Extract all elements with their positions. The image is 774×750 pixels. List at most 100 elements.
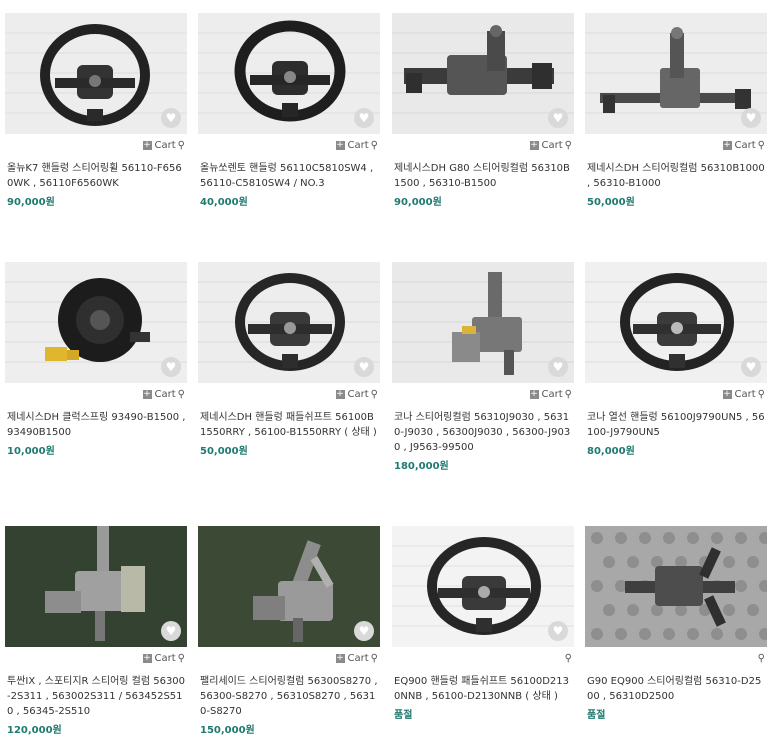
product-image-steering-column[interactable]: ♥ bbox=[198, 526, 380, 647]
product-image-clock-spring[interactable]: ♥ bbox=[5, 262, 187, 383]
search-icon[interactable]: ⚲ bbox=[178, 140, 185, 151]
product-card[interactable]: ♥ + Cart ⚲ 올뉴쏘렌토 핸들렁 56110C5810SW4 , 561… bbox=[198, 13, 380, 208]
product-image-steering-wheel[interactable]: ♥ bbox=[585, 262, 767, 383]
product-card[interactable]: ♥ + Cart ⚲ 코나 스티어링컬럼 56310J9030 , 56310-… bbox=[392, 262, 574, 472]
cart-row: + Cart ⚲ bbox=[392, 383, 574, 405]
heart-icon: ♥ bbox=[358, 624, 370, 638]
product-image-steering-wheel[interactable]: ♥ bbox=[198, 13, 380, 134]
product-title[interactable]: 코나 열선 핸들렁 56100J9790UN5 , 56100-J9790UN5 bbox=[585, 410, 767, 440]
product-card[interactable]: ♥ + Cart ⚲ 팰리세이드 스티어링컬럼 56300S8270 , 563… bbox=[198, 526, 380, 736]
product-price: 180,000원 bbox=[394, 461, 449, 472]
add-to-cart-icon[interactable]: + bbox=[722, 389, 732, 399]
search-icon[interactable]: ⚲ bbox=[758, 389, 765, 400]
product-image-steering-column[interactable]: ♥ bbox=[5, 526, 187, 647]
product-card[interactable]: ⚲ G90 EQ900 스티어링컬럼 56310-D2500 , 56310D2… bbox=[585, 526, 767, 721]
search-icon[interactable]: ⚲ bbox=[178, 389, 185, 400]
search-icon[interactable]: ⚲ bbox=[758, 140, 765, 151]
add-to-cart-icon[interactable]: + bbox=[529, 389, 539, 399]
heart-icon: ♥ bbox=[165, 624, 177, 638]
cart-row: + Cart ⚲ bbox=[5, 383, 187, 405]
wishlist-heart-button[interactable]: ♥ bbox=[741, 357, 761, 377]
product-card[interactable]: ♥ + Cart ⚲ 제네시스DH 클럭스프링 93490-B1500 , 93… bbox=[5, 262, 187, 457]
cart-link[interactable]: Cart bbox=[735, 389, 756, 400]
cart-link[interactable]: Cart bbox=[155, 389, 176, 400]
product-card[interactable]: ♥ + Cart ⚲ 코나 열선 핸들렁 56100J9790UN5 , 561… bbox=[585, 262, 767, 457]
search-icon[interactable]: ⚲ bbox=[178, 653, 185, 664]
wishlist-heart-button[interactable]: ♥ bbox=[354, 621, 374, 641]
product-card[interactable]: ♥ ⚲ EQ900 핸들렁 패들쉬프트 56100D2130NNB , 5610… bbox=[392, 526, 574, 721]
cart-link[interactable]: Cart bbox=[348, 389, 369, 400]
add-to-cart-icon[interactable]: + bbox=[335, 653, 345, 663]
wishlist-heart-button[interactable]: ♥ bbox=[161, 621, 181, 641]
wishlist-heart-button[interactable]: ♥ bbox=[354, 108, 374, 128]
cart-link[interactable]: Cart bbox=[348, 140, 369, 151]
product-card[interactable]: ♥ + Cart ⚲ 올뉴K7 핸들렁 스티어링휠 56110-F6560WK … bbox=[5, 13, 187, 208]
cart-link[interactable]: Cart bbox=[348, 653, 369, 664]
search-icon[interactable]: ⚲ bbox=[758, 653, 765, 664]
cart-row: + Cart ⚲ bbox=[198, 134, 380, 156]
search-icon[interactable]: ⚲ bbox=[565, 653, 572, 664]
add-to-cart-icon[interactable]: + bbox=[142, 653, 152, 663]
heart-icon: ♥ bbox=[358, 111, 370, 125]
search-icon[interactable]: ⚲ bbox=[565, 140, 572, 151]
add-to-cart-icon[interactable]: + bbox=[142, 389, 152, 399]
product-price: 90,000원 bbox=[394, 197, 442, 208]
add-to-cart-icon[interactable]: + bbox=[335, 140, 345, 150]
product-price-soldout: 품절 bbox=[587, 710, 606, 721]
cart-link[interactable]: Cart bbox=[735, 140, 756, 151]
search-icon[interactable]: ⚲ bbox=[371, 653, 378, 664]
heart-icon: ♥ bbox=[165, 360, 177, 374]
cart-row: + Cart ⚲ bbox=[585, 134, 767, 156]
product-image-steering-column[interactable]: ♥ bbox=[392, 13, 574, 134]
product-card[interactable]: ♥ + Cart ⚲ 제네시스DH 스티어링컬럼 56310B1000 , 56… bbox=[585, 13, 767, 208]
product-image-steering-wheel[interactable]: ♥ bbox=[5, 13, 187, 134]
add-to-cart-icon[interactable]: + bbox=[722, 140, 732, 150]
product-title[interactable]: 제네시스DH 클럭스프링 93490-B1500 , 93490B1500 bbox=[5, 410, 187, 440]
heart-icon: ♥ bbox=[552, 111, 564, 125]
product-image-steering-column[interactable]: ♥ bbox=[585, 13, 767, 134]
cart-link[interactable]: Cart bbox=[155, 140, 176, 151]
product-title[interactable]: 제네시스DH G80 스티어링컬럼 56310B1500 , 56310-B15… bbox=[392, 161, 574, 191]
product-card[interactable]: ♥ + Cart ⚲ 투싼IX , 스포티지R 스티어링 컬럼 56300-2S… bbox=[5, 526, 187, 736]
search-icon[interactable]: ⚲ bbox=[371, 389, 378, 400]
product-image-steering-column[interactable] bbox=[585, 526, 767, 647]
heart-icon: ♥ bbox=[552, 624, 564, 638]
product-title[interactable]: EQ900 핸들렁 패들쉬프트 56100D2130NNB , 56100-D2… bbox=[392, 674, 574, 704]
heart-icon: ♥ bbox=[165, 111, 177, 125]
wishlist-heart-button[interactable]: ♥ bbox=[741, 108, 761, 128]
cart-row: + Cart ⚲ bbox=[198, 383, 380, 405]
product-title[interactable]: G90 EQ900 스티어링컬럼 56310-D2500 , 56310D250… bbox=[585, 674, 767, 704]
product-title[interactable]: 투싼IX , 스포티지R 스티어링 컬럼 56300-2S311 , 56300… bbox=[5, 674, 187, 719]
cart-link[interactable]: Cart bbox=[542, 140, 563, 151]
product-image-steering-wheel[interactable]: ♥ bbox=[198, 262, 380, 383]
product-image-steering-wheel[interactable]: ♥ bbox=[392, 526, 574, 647]
heart-icon: ♥ bbox=[745, 360, 757, 374]
add-to-cart-icon[interactable]: + bbox=[529, 140, 539, 150]
product-title[interactable]: 올뉴쏘렌토 핸들렁 56110C5810SW4 , 56110-C5810SW4… bbox=[198, 161, 380, 191]
product-price: 120,000원 bbox=[7, 725, 62, 736]
product-title[interactable]: 코나 스티어링컬럼 56310J9030 , 56310-J9030 , 563… bbox=[392, 410, 574, 455]
product-grid: ♥ + Cart ⚲ 올뉴K7 핸들렁 스티어링휠 56110-F6560WK … bbox=[0, 0, 774, 750]
wishlist-heart-button[interactable]: ♥ bbox=[161, 108, 181, 128]
product-card[interactable]: ♥ + Cart ⚲ 제네시스DH 핸들렁 패들쉬프트 56100B1550RR… bbox=[198, 262, 380, 457]
cart-row: + Cart ⚲ bbox=[5, 647, 187, 669]
product-title[interactable]: 팰리세이드 스티어링컬럼 56300S8270 , 56300-S8270 , … bbox=[198, 674, 380, 719]
cart-row: ⚲ bbox=[392, 647, 574, 669]
search-icon[interactable]: ⚲ bbox=[565, 389, 572, 400]
cart-link[interactable]: Cart bbox=[155, 653, 176, 664]
product-price: 50,000원 bbox=[200, 446, 248, 457]
wishlist-heart-button[interactable]: ♥ bbox=[548, 357, 568, 377]
product-title[interactable]: 제네시스DH 핸들렁 패들쉬프트 56100B1550RRY , 56100-B… bbox=[198, 410, 380, 440]
product-title[interactable]: 제네시스DH 스티어링컬럼 56310B1000 , 56310-B1000 bbox=[585, 161, 767, 191]
product-title[interactable]: 올뉴K7 핸들렁 스티어링휠 56110-F6560WK , 56110F656… bbox=[5, 161, 187, 191]
cart-link[interactable]: Cart bbox=[542, 389, 563, 400]
wishlist-heart-button[interactable]: ♥ bbox=[548, 621, 568, 641]
wishlist-heart-button[interactable]: ♥ bbox=[548, 108, 568, 128]
product-image-steering-column[interactable]: ♥ bbox=[392, 262, 574, 383]
add-to-cart-icon[interactable]: + bbox=[335, 389, 345, 399]
search-icon[interactable]: ⚲ bbox=[371, 140, 378, 151]
wishlist-heart-button[interactable]: ♥ bbox=[354, 357, 374, 377]
wishlist-heart-button[interactable]: ♥ bbox=[161, 357, 181, 377]
product-card[interactable]: ♥ + Cart ⚲ 제네시스DH G80 스티어링컬럼 56310B1500 … bbox=[392, 13, 574, 208]
add-to-cart-icon[interactable]: + bbox=[142, 140, 152, 150]
